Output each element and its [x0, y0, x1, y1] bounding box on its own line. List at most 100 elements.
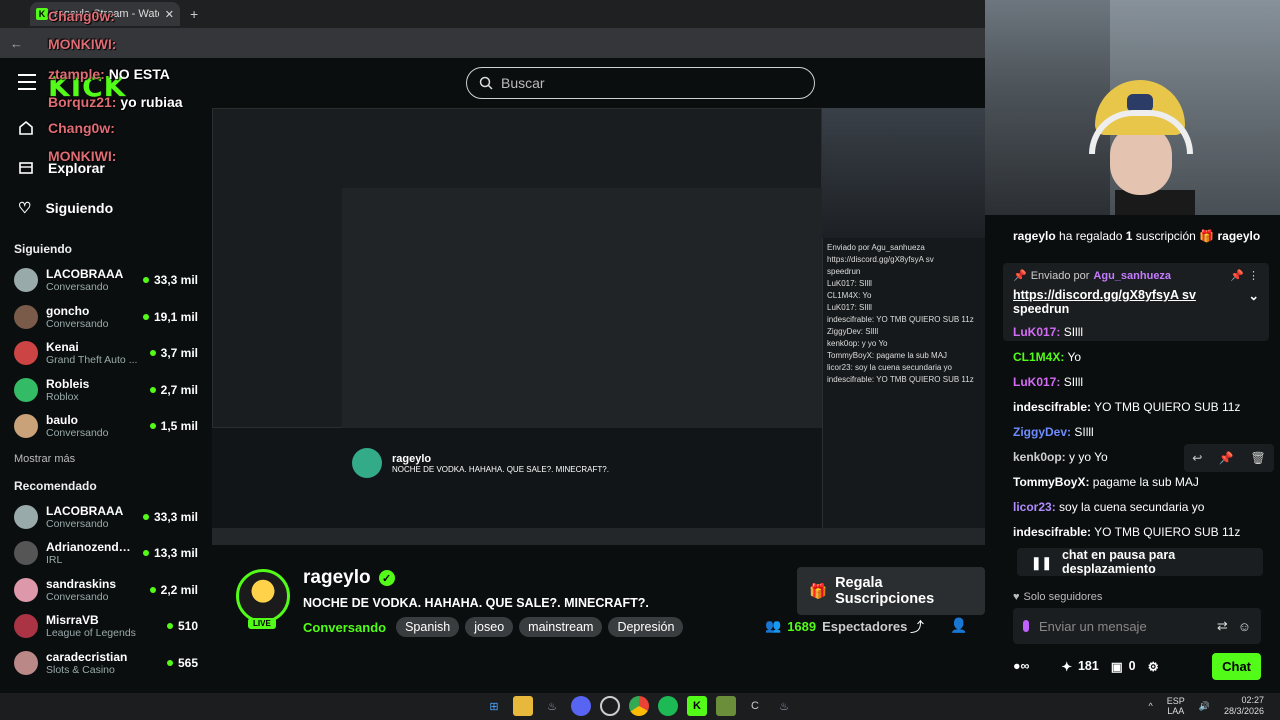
chat-username[interactable]: indescifrable: [1013, 400, 1091, 414]
tag-pill[interactable]: Depresión [608, 617, 684, 637]
emoji-icon[interactable]: ☺ [1238, 619, 1251, 634]
windows-taskbar: ⊞ ♨ K C ♨ ^ ESP LAA 🔊 02:27 28/3/2026 [0, 693, 1280, 720]
obs-icon[interactable] [600, 696, 620, 716]
new-tab-button[interactable]: + [190, 6, 198, 22]
community-icon[interactable]: ●∞ [1013, 659, 1029, 673]
lang-indicator[interactable]: ESP LAA [1167, 696, 1185, 716]
chat-message[interactable]: indescifrable: YO TMB QUIERO SUB 11z [1013, 525, 1240, 539]
chat-message[interactable]: ZiggyDev: SIlll [1013, 425, 1094, 439]
ccleaner-icon[interactable]: C [745, 696, 765, 716]
channel-avatar [14, 577, 38, 602]
channel-info: LACOBRAAA Conversando [46, 267, 135, 293]
chat-text: YO TMB QUIERO SUB 11z [1094, 525, 1241, 539]
viewers-number: 1689 [787, 618, 817, 634]
points-group[interactable]: ✦ 181 [1061, 659, 1098, 674]
pinned-link[interactable]: https://discord.gg/gX8yfsyA [1013, 288, 1179, 302]
chat-username[interactable]: ZiggyDev: [1013, 425, 1071, 439]
stream-category[interactable]: Conversando [303, 620, 386, 635]
overlay-chat-message: ztample: NO ESTA [48, 66, 170, 82]
chat-username[interactable]: indescifrable: [1013, 525, 1091, 539]
following-channel-item[interactable]: LACOBRAAA Conversando 33,3 mil [14, 262, 198, 299]
following-channel-item[interactable]: goncho Conversando 19,1 mil [14, 299, 198, 336]
chat-message[interactable]: TommyBoyX: pagame la sub MAJ [1013, 475, 1199, 489]
viewers-label: Espectadores [822, 618, 908, 634]
reply-icon[interactable]: ↩ [1192, 451, 1202, 465]
follow-user-icon[interactable]: 👤 [950, 617, 967, 634]
following-channel-item[interactable]: Robleis Roblox 2,7 mil [14, 372, 198, 409]
recommended-channel-item[interactable]: sandraskins Conversando 2,2 mil [14, 572, 198, 609]
recommended-channel-item[interactable]: Adrianozendej... IRL 13,3 mil [14, 535, 198, 572]
recommended-channel-item[interactable]: caradecristian Slots & Casino 565 [14, 645, 198, 682]
following-channel-item[interactable]: baulo Conversando 1,5 mil [14, 408, 198, 445]
following-channel-item[interactable]: Kenai Grand Theft Auto ... 3,7 mil [14, 335, 198, 372]
chat-paused-banner[interactable]: ❚❚ chat en pausa para desplazamiento [1017, 548, 1263, 576]
spotify-icon[interactable] [658, 696, 678, 716]
clock[interactable]: 02:27 28/3/2026 [1224, 695, 1264, 717]
chat-username[interactable]: TommyBoyX: [1013, 475, 1089, 489]
tag-pill[interactable]: joseo [465, 617, 514, 637]
live-dot-icon [166, 623, 173, 630]
windows-start-icon[interactable]: ⊞ [484, 696, 504, 716]
browser-tab-bar: K rageylo Stream - Watch Live on ✕ + [0, 0, 985, 28]
system-tray: ^ ESP LAA 🔊 02:27 28/3/2026 [1148, 695, 1264, 717]
chat-username[interactable]: LuK017: [1013, 325, 1060, 339]
chrome-icon[interactable] [629, 696, 649, 716]
channel-name[interactable]: rageylo [303, 567, 371, 589]
delete-icon[interactable]: 🗑 [1250, 451, 1265, 465]
steam-app-icon[interactable]: ♨ [774, 696, 794, 716]
back-arrow-icon[interactable]: ← [10, 36, 23, 51]
channel-name-row: rageylo ✓ [303, 567, 395, 589]
tag-pill[interactable]: Spanish [396, 617, 460, 637]
chat-username[interactable]: CL1M4X: [1013, 350, 1064, 364]
video-player[interactable]: Enviado por Agu_sanhueza https://discord.… [212, 108, 985, 545]
send-chat-button[interactable]: Chat [1212, 652, 1261, 680]
more-options-icon[interactable]: ⋮ [1248, 269, 1259, 282]
viewer-count: 2,2 mil [160, 582, 198, 597]
share-icon[interactable]: ⤴ [910, 617, 924, 637]
show-more-link[interactable]: Mostrar más [14, 453, 198, 465]
kick-app-icon[interactable]: K [687, 696, 707, 716]
tab-close-icon[interactable]: ✕ [165, 8, 174, 21]
chat-message[interactable]: LuK017: SIlll [1013, 375, 1083, 389]
nav-following[interactable]: ♡ Siguiendo [14, 188, 198, 228]
translate-icon[interactable]: ⇄ [1217, 618, 1228, 634]
chat-username[interactable]: licor23: [1013, 500, 1056, 514]
minecraft-icon[interactable] [716, 696, 736, 716]
subs-group[interactable]: ▣ 0 [1111, 659, 1136, 674]
chat-username[interactable]: kenk0op: [1013, 450, 1066, 464]
unpin-icon[interactable]: 📌 [1230, 269, 1244, 282]
steam-icon[interactable]: ♨ [542, 696, 562, 716]
chevron-down-icon[interactable]: ⌄ [1249, 288, 1259, 303]
discord-icon[interactable] [571, 696, 591, 716]
channel-name: Robleis [46, 376, 90, 391]
chat-message[interactable]: CL1M4X: Yo [1013, 350, 1081, 364]
chat-message[interactable]: LuK017: SIlll [1013, 325, 1083, 339]
tray-chevron-icon[interactable]: ^ [1148, 701, 1152, 711]
tag-pill[interactable]: mainstream [519, 617, 603, 637]
chat-message[interactable]: kenk0op: y yo Yo [1013, 450, 1108, 464]
file-explorer-icon[interactable] [513, 696, 533, 716]
recommended-section-title: Recomendado [14, 478, 97, 493]
recommended-channel-item[interactable]: MisrraVB League of Legends 510 [14, 608, 198, 645]
gift-subs-button[interactable]: 🎁 Regala Suscripciones [797, 567, 985, 615]
stream-tags: Conversando Spanish joseo mainstream Dep… [303, 617, 684, 637]
chat-username[interactable]: LuK017: [1013, 375, 1060, 389]
settings-gear-icon[interactable]: ⚙ [1148, 659, 1159, 674]
hamburger-menu-icon[interactable] [18, 74, 36, 95]
followers-only-notice: ♥ Solo seguidores [1013, 591, 1102, 603]
search-bar[interactable]: Buscar [466, 67, 815, 99]
chat-input[interactable]: Enviar un mensaje ⇄ ☺ [1013, 608, 1261, 644]
channel-info: sandraskins Conversando [46, 577, 142, 603]
chat-message[interactable]: indescifrable: YO TMB QUIERO SUB 11z [1013, 400, 1240, 414]
channel-viewers: 510 [166, 619, 198, 633]
gift-notice-user[interactable]: rageylo [1013, 229, 1056, 243]
chat-message[interactable]: licor23: soy la cuena secundaria yo [1013, 500, 1204, 514]
verified-badge-icon: ✓ [378, 570, 395, 586]
channel-avatar[interactable] [236, 569, 290, 623]
volume-icon[interactable]: 🔊 [1199, 701, 1210, 712]
recommended-channel-item[interactable]: LACOBRAAA Conversando 33,3 mil [14, 499, 198, 536]
chat-input-placeholder[interactable]: Enviar un mensaje [1039, 619, 1207, 634]
pin-message-icon[interactable]: 📌 [1219, 451, 1234, 465]
pinned-user[interactable]: Agu_sanhueza [1093, 270, 1171, 282]
search-input[interactable]: Buscar [501, 75, 545, 91]
